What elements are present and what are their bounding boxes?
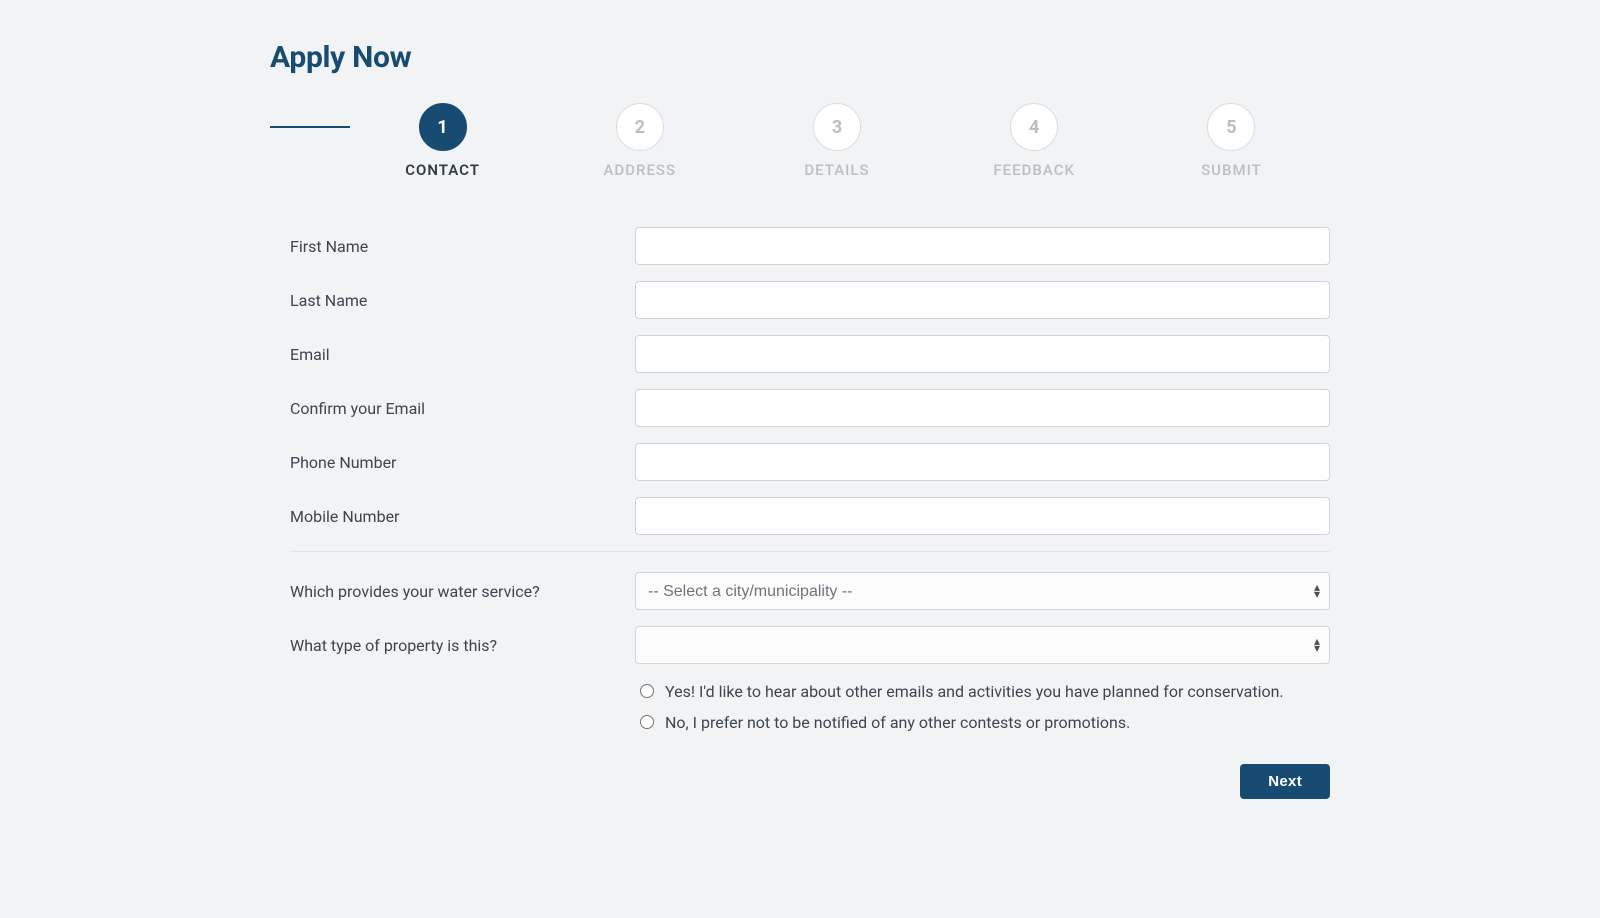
step-label: ADDRESS bbox=[603, 161, 676, 179]
phone-input[interactable] bbox=[635, 443, 1330, 481]
step-feedback[interactable]: 4 FEEDBACK bbox=[936, 103, 1133, 179]
button-row: Next bbox=[290, 764, 1330, 799]
row-property-type: What type of property is this? ▴▾ bbox=[290, 626, 1330, 664]
row-last-name: Last Name bbox=[290, 281, 1330, 319]
last-name-input[interactable] bbox=[635, 281, 1330, 319]
confirm-email-label: Confirm your Email bbox=[290, 399, 635, 418]
row-mobile: Mobile Number bbox=[290, 497, 1330, 535]
email-input[interactable] bbox=[635, 335, 1330, 373]
first-name-input[interactable] bbox=[635, 227, 1330, 265]
water-service-select[interactable]: -- Select a city/municipality -- bbox=[635, 572, 1330, 610]
step-label: DETAILS bbox=[804, 161, 869, 179]
opt-in-yes-label[interactable]: Yes! I'd like to hear about other emails… bbox=[665, 680, 1284, 705]
section-divider bbox=[290, 551, 1330, 552]
mobile-input[interactable] bbox=[635, 497, 1330, 535]
step-details[interactable]: 3 DETAILS bbox=[738, 103, 935, 179]
step-number: 3 bbox=[813, 103, 861, 151]
step-label: CONTACT bbox=[405, 161, 480, 179]
step-number: 1 bbox=[419, 103, 467, 151]
stepper-lead-line bbox=[270, 126, 350, 128]
step-number: 2 bbox=[616, 103, 664, 151]
email-label: Email bbox=[290, 345, 635, 364]
next-button[interactable]: Next bbox=[1240, 764, 1330, 799]
step-contact[interactable]: 1 CONTACT bbox=[344, 103, 541, 179]
contact-form: First Name Last Name Email Confirm your … bbox=[270, 227, 1330, 799]
opt-in-yes-radio[interactable] bbox=[640, 684, 654, 698]
mobile-label: Mobile Number bbox=[290, 507, 635, 526]
water-service-label: Which provides your water service? bbox=[290, 582, 635, 601]
phone-label: Phone Number bbox=[290, 453, 635, 472]
step-submit[interactable]: 5 SUBMIT bbox=[1133, 103, 1330, 179]
opt-in-no-label[interactable]: No, I prefer not to be notified of any o… bbox=[665, 711, 1130, 736]
step-label: FEEDBACK bbox=[993, 161, 1075, 179]
row-email: Email bbox=[290, 335, 1330, 373]
opt-in-radio-group: Yes! I'd like to hear about other emails… bbox=[635, 680, 1330, 736]
row-confirm-email: Confirm your Email bbox=[290, 389, 1330, 427]
row-first-name: First Name bbox=[290, 227, 1330, 265]
page-title: Apply Now bbox=[270, 40, 1330, 75]
first-name-label: First Name bbox=[290, 237, 635, 256]
property-type-select[interactable] bbox=[635, 626, 1330, 664]
property-type-label: What type of property is this? bbox=[290, 636, 635, 655]
step-address[interactable]: 2 ADDRESS bbox=[541, 103, 738, 179]
opt-in-no-radio[interactable] bbox=[640, 715, 654, 729]
row-phone: Phone Number bbox=[290, 443, 1330, 481]
step-label: SUBMIT bbox=[1201, 161, 1262, 179]
row-water-service: Which provides your water service? -- Se… bbox=[290, 572, 1330, 610]
last-name-label: Last Name bbox=[290, 291, 635, 310]
confirm-email-input[interactable] bbox=[635, 389, 1330, 427]
step-number: 5 bbox=[1207, 103, 1255, 151]
progress-stepper: 1 CONTACT 2 ADDRESS 3 DETAILS 4 FEEDBACK… bbox=[270, 103, 1330, 179]
step-number: 4 bbox=[1010, 103, 1058, 151]
